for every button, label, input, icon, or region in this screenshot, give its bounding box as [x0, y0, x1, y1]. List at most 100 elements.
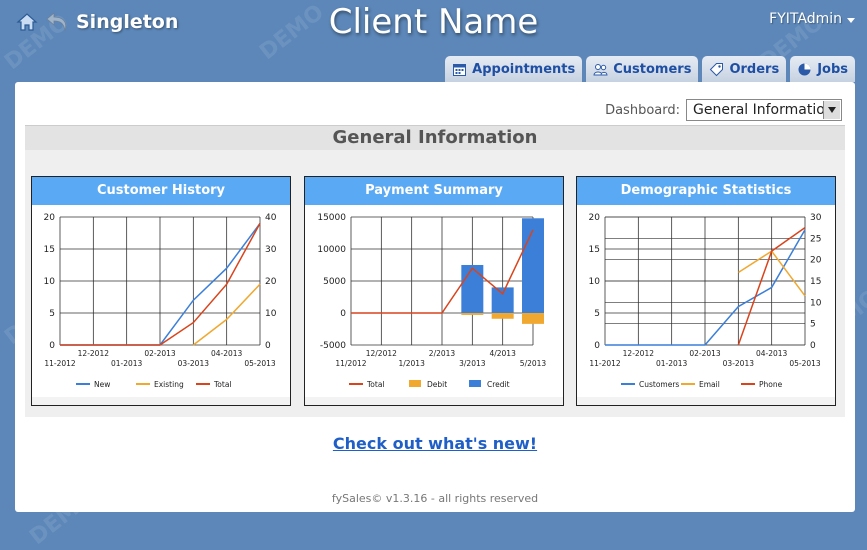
chart-demographic-statistics: Demographic Statistics 0 5 10 15 20 0 5 10 15 20 2… [576, 176, 836, 406]
bar-debit [461, 313, 484, 315]
y-tick-label: 15 [44, 245, 55, 255]
legend-strip [32, 397, 290, 405]
pie-icon [798, 63, 811, 75]
bar-debit [491, 313, 514, 319]
main-panel: Dashboard: General Information General I… [15, 82, 855, 512]
legend-label: Total [366, 380, 385, 389]
tab-label: Jobs [817, 61, 848, 77]
dashboard-selector: Dashboard: General Information [605, 99, 842, 121]
x-tick-label: 1/2013 [398, 359, 425, 368]
x-tick-label: 03-2013 [723, 359, 755, 368]
y-right-tick-label: 0 [810, 341, 816, 351]
x-tick-label: 04-2013 [211, 349, 243, 358]
x-tick-label: 01-2013 [111, 359, 143, 368]
y-tick-label: 15000 [317, 213, 346, 223]
bar-credit [522, 218, 544, 313]
dashboard-select[interactable]: General Information [686, 99, 842, 121]
dropdown-arrow-icon[interactable] [823, 101, 840, 119]
users-icon [593, 63, 608, 75]
user-menu[interactable]: FYITAdmin [769, 11, 855, 27]
y-tick-label: 10 [44, 277, 56, 287]
x-tick-label: 11-2012 [44, 359, 76, 368]
calendar-icon [453, 63, 467, 76]
x-tick-label: 3/2013 [459, 359, 486, 368]
legend-strip [305, 397, 563, 405]
client-name: Client Name [328, 2, 539, 42]
y-tick-label: 20 [44, 213, 56, 223]
legend-label: Debit [427, 380, 447, 389]
demographic-statistics-chart: 0 5 10 15 20 0 5 10 15 20 25 30 12-2012 02-2013 04-201… [577, 213, 835, 405]
y-right-tick-label: 40 [265, 213, 277, 223]
x-tick-label: 03-2013 [178, 359, 210, 368]
chart-title: Demographic Statistics [577, 177, 835, 205]
main-tabs: Appointments Customers Orders Jobs [445, 56, 855, 82]
tab-orders[interactable]: Orders [702, 56, 787, 82]
legend-swatch [469, 380, 481, 387]
y-tick-label: 20 [589, 213, 601, 223]
x-tick-label: 4/2013 [489, 349, 516, 358]
x-tick-label: 11-2012 [589, 359, 621, 368]
tab-appointments[interactable]: Appointments [445, 56, 583, 82]
legend-strip [577, 397, 835, 405]
y-right-tick-label: 15 [810, 277, 821, 287]
payment-summary-chart: -5000 0 5000 10000 15000 12/2012 2/2013 4/2013 1… [305, 213, 563, 405]
y-tick-label: 0 [49, 341, 55, 351]
legend-label: Customers [639, 380, 679, 389]
x-tick-label: 05-2013 [244, 359, 276, 368]
y-right-tick-label: 20 [810, 256, 822, 266]
y-right-tick-label: 10 [810, 298, 822, 308]
tab-label: Customers [613, 61, 692, 77]
chart-title: Payment Summary [305, 177, 563, 205]
x-tick-label: 12-2012 [78, 349, 110, 358]
y-tick-label: 5 [49, 309, 55, 319]
bar-debit [522, 313, 544, 324]
y-right-tick-label: 10 [265, 309, 277, 319]
x-tick-label: 12-2012 [623, 349, 655, 358]
bar-credit [491, 287, 514, 313]
y-right-tick-label: 5 [810, 320, 816, 330]
legend-label: Phone [759, 380, 783, 389]
x-tick-label: 11/2012 [335, 359, 366, 368]
y-tick-label: -5000 [320, 341, 346, 351]
x-tick-label: 02-2013 [689, 349, 721, 358]
chevron-down-icon [847, 17, 855, 23]
tab-customers[interactable]: Customers [586, 56, 699, 82]
legend-label: New [94, 380, 110, 389]
tab-label: Orders [729, 61, 780, 77]
bar-credit [461, 265, 484, 313]
chart-customer-history: Customer History 0 5 10 15 20 0 10 20 30 40 12-201… [31, 176, 291, 406]
y-tick-label: 10 [589, 277, 601, 287]
tag-icon [710, 62, 724, 76]
charts-area: Customer History 0 5 10 15 20 0 10 20 30 40 12-201… [25, 150, 845, 417]
legend-swatch [409, 380, 421, 387]
y-right-tick-label: 20 [265, 277, 277, 287]
top-bar: Singleton Client Name FYITAdmin [0, 0, 867, 56]
legend-label: Total [213, 380, 232, 389]
y-right-tick-label: 30 [810, 213, 822, 223]
tab-jobs[interactable]: Jobs [790, 56, 855, 82]
y-tick-label: 0 [594, 341, 600, 351]
x-tick-label: 02-2013 [144, 349, 176, 358]
legend-label: Email [699, 380, 720, 389]
legend-label: Credit [487, 380, 510, 389]
x-tick-label: 04-2013 [756, 349, 788, 358]
y-right-tick-label: 25 [810, 234, 821, 244]
y-tick-label: 10000 [317, 245, 346, 255]
y-right-tick-label: 30 [265, 245, 277, 255]
x-tick-label: 05-2013 [789, 359, 821, 368]
y-tick-label: 5000 [323, 277, 346, 287]
y-tick-label: 5 [594, 309, 600, 319]
chart-title: Customer History [32, 177, 290, 205]
dashboard-label: Dashboard: [605, 102, 680, 118]
x-tick-label: 2/2013 [429, 349, 456, 358]
section-title: General Information [25, 125, 845, 151]
whats-new-link[interactable]: Check out what's new! [15, 434, 855, 453]
y-tick-label: 15 [589, 245, 600, 255]
customer-history-chart: 0 5 10 15 20 0 10 20 30 40 12-2012 02-2013 04-2013 11… [32, 213, 290, 405]
y-tick-label: 0 [340, 309, 346, 319]
footer-text: fySales© v1.3.16 - all rights reserved [331, 492, 539, 505]
legend-label: Existing [154, 380, 184, 389]
dashboard-selected-value: General Information [693, 102, 834, 118]
user-name: FYITAdmin [769, 11, 842, 27]
x-tick-label: 01-2013 [656, 359, 688, 368]
